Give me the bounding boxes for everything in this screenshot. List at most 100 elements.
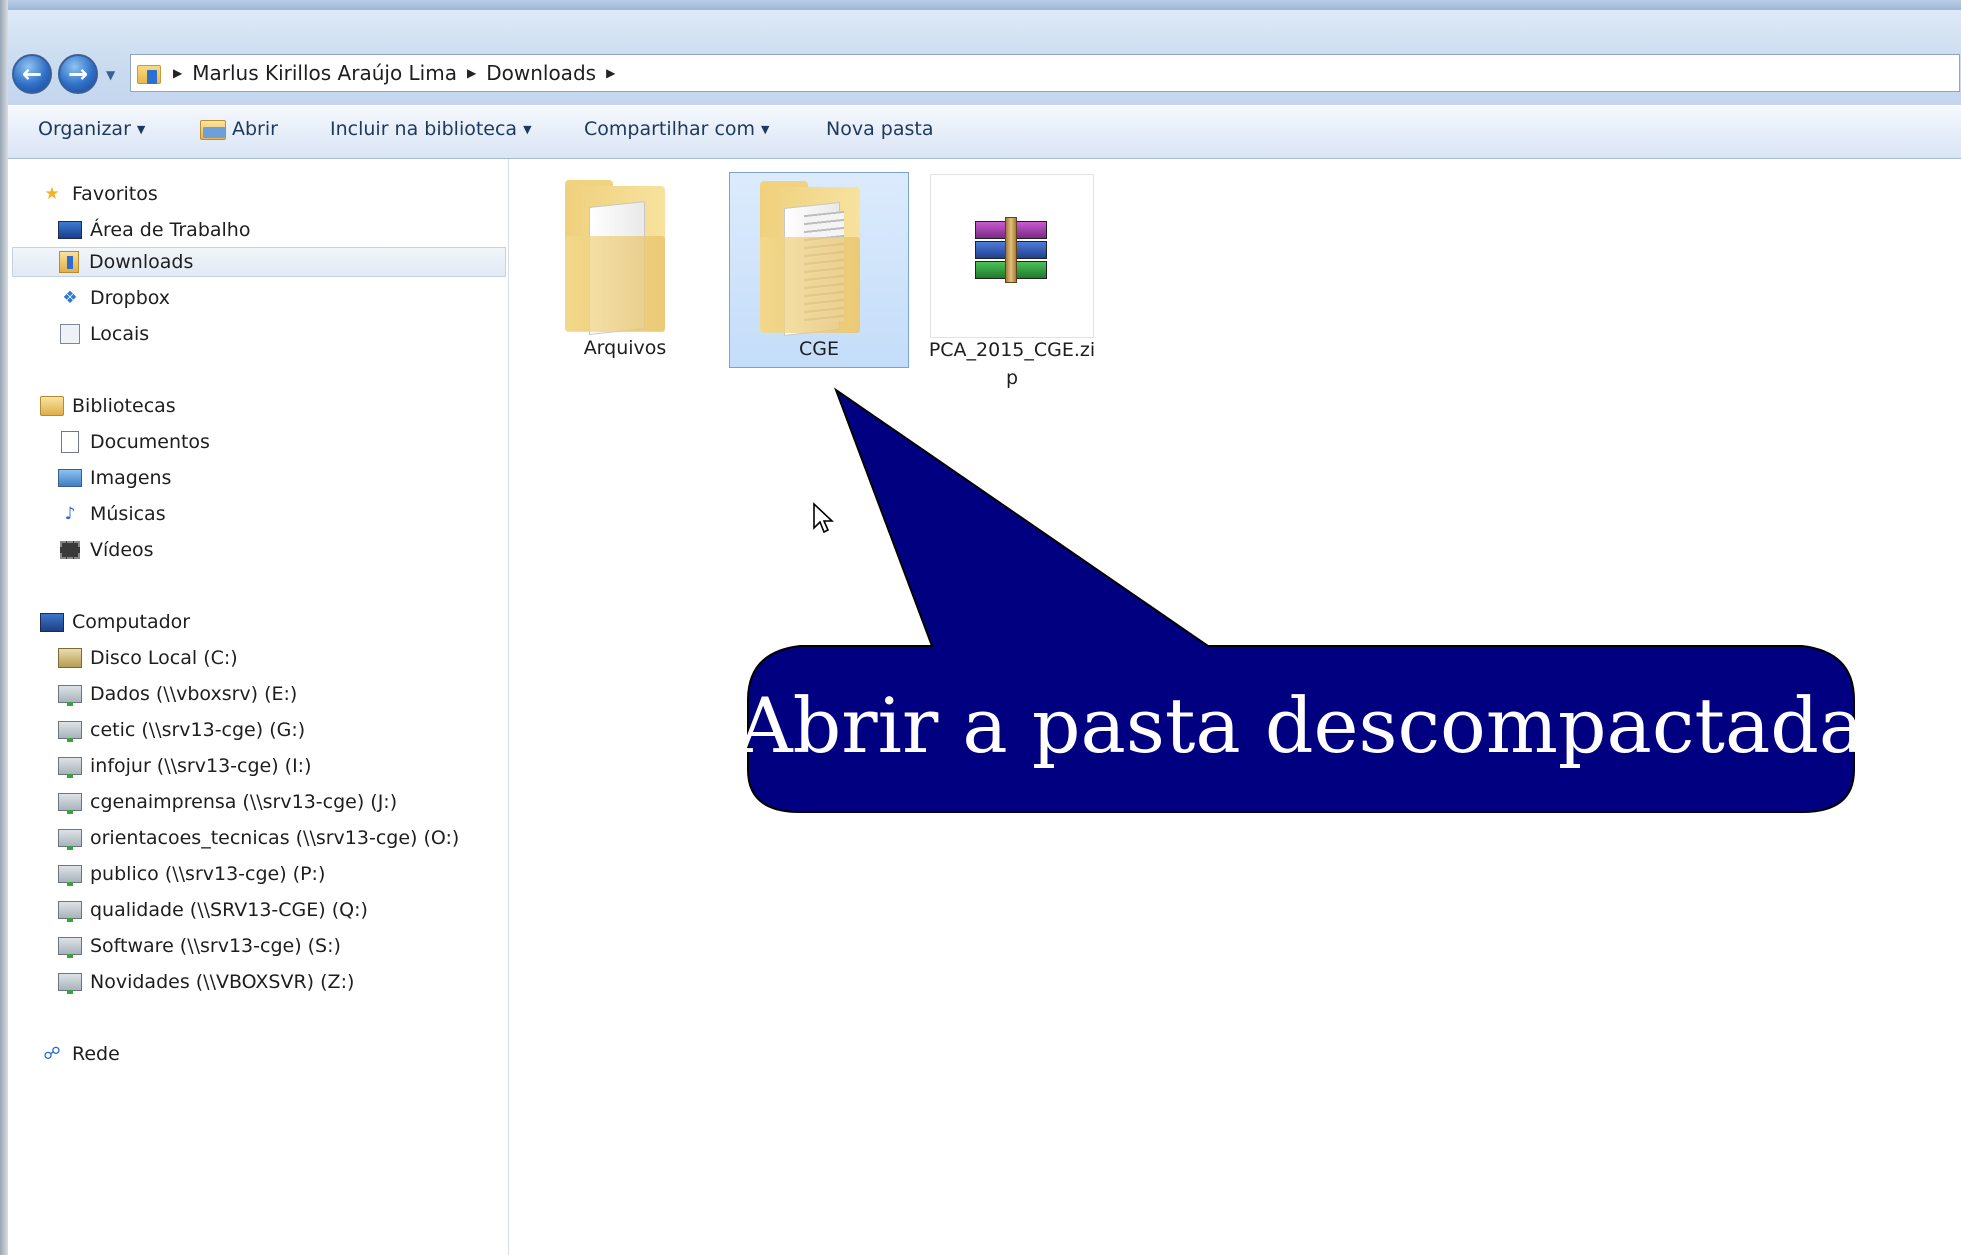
sidebar-item-drive-e[interactable]: Dados (\\vboxsrv) (E:) [58,679,297,709]
sidebar-item-label: cgenaimprensa (\\srv13-cge) (J:) [90,791,398,813]
sidebar-header-libraries[interactable]: Bibliotecas [40,391,176,421]
chevron-down-icon: ▼ [523,122,532,136]
sidebar-item-label: Downloads [89,251,194,273]
file-item-pca-zip[interactable] [930,174,1094,338]
breadcrumb-user[interactable]: Marlus Kirillos Araújo Lima [192,61,457,85]
address-box[interactable]: ▶ Marlus Kirillos Araújo Lima ▶ Download… [130,54,1960,92]
sidebar-item-label: Músicas [90,503,166,525]
sidebar-item-downloads[interactable]: Downloads [12,247,506,277]
sidebar-item-locais[interactable]: Locais [58,319,149,349]
libraries-icon [40,396,64,416]
chevron-right-icon[interactable]: ▶ [606,66,615,80]
file-item-cge[interactable]: CGE [729,172,909,368]
sidebar-item-desktop[interactable]: Área de Trabalho [58,215,250,245]
chevron-right-icon[interactable]: ▶ [467,66,476,80]
computer-icon [40,612,64,632]
forward-button[interactable]: → [58,54,98,94]
callout-text: Abrir a pasta descompactada [737,680,1865,770]
network-label: Rede [72,1043,120,1065]
sidebar-item-label: qualidade (\\SRV13-CGE) (Q:) [90,899,368,921]
sidebar-header-favorites[interactable]: ★ Favoritos [40,179,158,209]
sidebar-item-drive-o[interactable]: orientacoes_tecnicas (\\srv13-cge) (O:) [58,823,459,853]
back-button[interactable]: ← [12,54,52,94]
file-item-arquivos[interactable]: Arquivos [535,172,715,368]
sidebar-item-label: Dados (\\vboxsrv) (E:) [90,683,298,705]
mouse-cursor-icon [813,502,835,534]
sidebar-item-label: Disco Local (C:) [90,647,238,669]
new-folder-button[interactable]: Nova pasta [826,118,933,140]
sidebar-item-label: Documentos [90,431,210,453]
downloads-folder-icon [137,62,163,84]
sidebar-item-drive-z[interactable]: Novidades (\\VBOXSVR) (Z:) [58,967,354,997]
command-bar: Organizar ▼ Abrir Incluir na biblioteca … [8,106,1961,159]
film-icon [60,541,80,559]
file-name: CGE [799,338,839,360]
sidebar-item-images[interactable]: Imagens [58,463,171,493]
sidebar-item-videos[interactable]: Vídeos [58,535,154,565]
address-bar-area: ← → ▼ ▶ Marlus Kirillos Araújo Lima ▶ Do… [8,10,1961,105]
chevron-right-icon[interactable]: ▶ [173,66,182,80]
sidebar-item-dropbox[interactable]: ❖ Dropbox [58,283,170,313]
downloads-folder-icon [59,251,79,273]
sidebar-item-label: orientacoes_tecnicas (\\srv13-cge) (O:) [90,827,460,849]
chevron-down-icon: ▼ [106,68,116,82]
network-drive-icon [58,757,82,778]
music-note-icon: ♪ [64,504,76,524]
file-name-line2: p [1005,367,1019,389]
sidebar-item-documents[interactable]: Documentos [58,427,210,457]
winrar-archive-icon [975,217,1047,283]
arrow-right-icon: → [67,60,89,88]
folder-icon [555,176,685,336]
network-drive-icon [58,901,82,922]
favorites-label: Favoritos [72,183,158,205]
computer-label: Computador [72,611,191,633]
breadcrumb-downloads[interactable]: Downloads [486,61,596,85]
pictures-icon [58,469,82,487]
recent-pages-dropdown[interactable]: ▼ [106,68,115,82]
sidebar-item-drive-s[interactable]: Software (\\srv13-cge) (S:) [58,931,341,961]
network-icon: ☍ [43,1044,61,1064]
file-name-line1: PCA_2015_CGE.zi [928,339,1096,361]
sidebar-item-drive-q[interactable]: qualidade (\\SRV13-CGE) (Q:) [58,895,368,925]
sidebar-item-drive-g[interactable]: cetic (\\srv13-cge) (G:) [58,715,305,745]
sidebar-item-label: Imagens [90,467,172,489]
local-disk-icon [58,648,82,668]
sidebar-item-drive-c[interactable]: Disco Local (C:) [58,643,238,673]
sidebar-item-label: Vídeos [90,539,154,561]
document-icon [61,431,79,453]
network-drive-icon [58,829,82,850]
sidebar-item-label: Software (\\srv13-cge) (S:) [90,935,341,957]
open-folder-icon [200,118,226,140]
open-button[interactable]: Abrir [200,118,278,140]
network-drive-icon [58,973,82,994]
sidebar-header-network[interactable]: ☍ Rede [40,1039,120,1069]
network-drive-icon [58,721,82,742]
sidebar-item-label: Dropbox [90,287,171,309]
sidebar-item-label: Locais [90,323,150,345]
organize-label: Organizar [38,118,131,140]
sidebar-item-drive-j[interactable]: cgenaimprensa (\\srv13-cge) (J:) [58,787,397,817]
sidebar-item-drive-i[interactable]: infojur (\\srv13-cge) (I:) [58,751,312,781]
folder-icon [750,177,880,337]
dropbox-icon: ❖ [62,288,78,308]
sidebar-item-label: infojur (\\srv13-cge) (I:) [90,755,312,777]
desktop-icon [58,221,82,239]
network-drive-icon [58,937,82,958]
chevron-down-icon: ▼ [761,122,770,136]
sidebar-item-drive-p[interactable]: publico (\\srv13-cge) (P:) [58,859,325,889]
sidebar-item-music[interactable]: ♪ Músicas [58,499,166,529]
organize-button[interactable]: Organizar ▼ [38,118,145,140]
navigation-pane: ★ Favoritos Área de Trabalho Downloads ❖… [8,159,509,1255]
include-library-label: Incluir na biblioteca [330,118,518,140]
include-library-button[interactable]: Incluir na biblioteca ▼ [330,118,532,140]
sidebar-header-computer[interactable]: Computador [40,607,190,637]
network-drive-icon [58,793,82,814]
star-icon: ★ [44,184,60,204]
share-with-button[interactable]: Compartilhar com ▼ [584,118,770,140]
sidebar-item-label: Novidades (\\VBOXSVR) (Z:) [90,971,355,993]
file-name: Arquivos [583,337,667,359]
new-folder-label: Nova pasta [826,118,934,140]
arrow-left-icon: ← [21,60,43,88]
chevron-down-icon: ▼ [136,122,146,136]
libraries-label: Bibliotecas [72,395,176,417]
